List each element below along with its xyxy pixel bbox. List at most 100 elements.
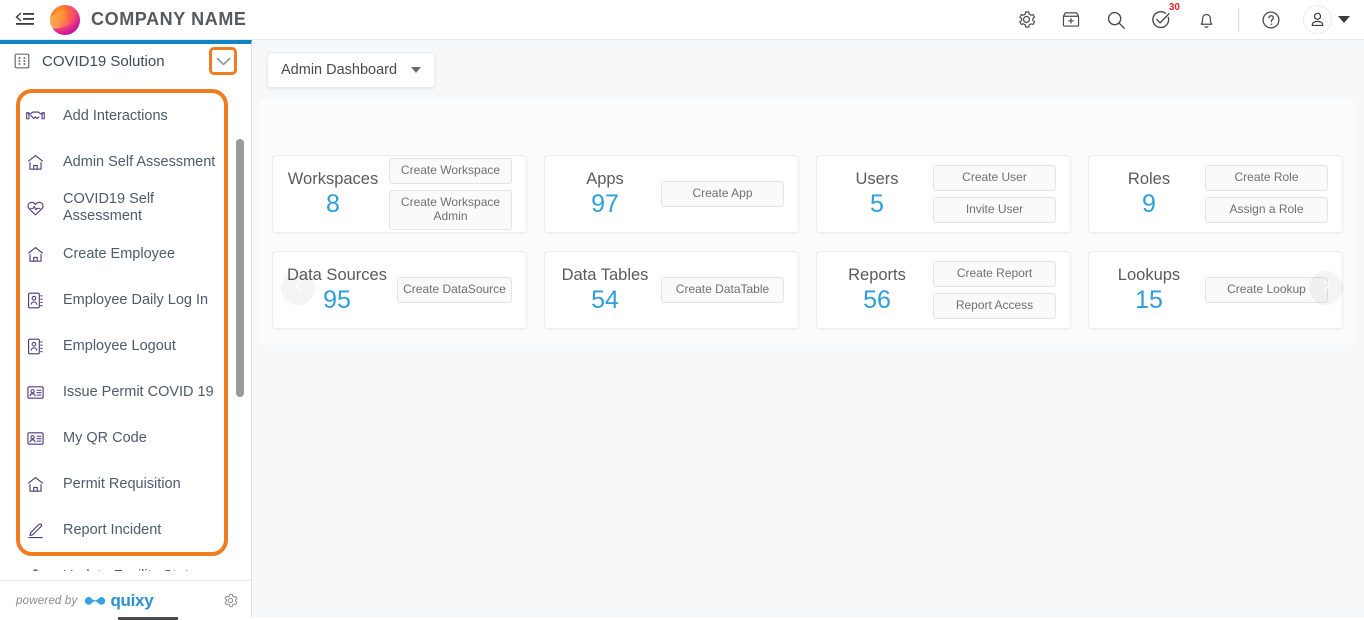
- grid-apps-icon: [14, 53, 30, 69]
- gear-icon[interactable]: [222, 592, 239, 609]
- card-actions: Create Role Assign a Role: [1205, 165, 1328, 223]
- carousel-prev-button[interactable]: [281, 271, 315, 305]
- invite-user-button[interactable]: Invite User: [933, 197, 1056, 223]
- stats-panel: Workspaces 8 Create Workspace Create Wor…: [260, 100, 1355, 345]
- create-role-button[interactable]: Create Role: [1205, 165, 1328, 191]
- home-icon: [26, 245, 45, 264]
- sidebar-item-label: Add Interactions: [63, 107, 168, 124]
- brand: COMPANY NAME: [50, 4, 247, 35]
- heart-pulse-icon: [26, 199, 45, 218]
- user-avatar-icon[interactable]: [1303, 5, 1332, 34]
- sidebar-item-admin-self-assessment[interactable]: Admin Self Assessment: [0, 139, 240, 185]
- sidebar-item-report-incident[interactable]: Report Incident: [0, 507, 240, 553]
- create-workspace-button[interactable]: Create Workspace: [389, 158, 512, 185]
- bell-icon[interactable]: [1193, 7, 1219, 33]
- sidebar-item-label: Update Facility Status: [63, 568, 204, 571]
- sidebar-item-add-interactions[interactable]: Add Interactions: [0, 93, 240, 139]
- solution-chevron-down-icon[interactable]: [209, 47, 237, 75]
- sidebar-scrollbar-thumb[interactable]: [236, 139, 244, 397]
- stat-block: Roles 9: [1103, 170, 1195, 219]
- home-icon: [26, 567, 45, 571]
- sidebar-item-label: Report Incident: [63, 521, 162, 538]
- stat-block: Apps 97: [559, 170, 651, 219]
- card-value: 9: [1142, 189, 1156, 218]
- card-actions: Create DataSource: [396, 277, 512, 303]
- sidebar-item-issue-permit-covid-19[interactable]: Issue Permit COVID 19: [0, 369, 240, 415]
- chevron-left-icon: [292, 279, 305, 297]
- stat-block: Reports 56: [831, 266, 923, 315]
- sidebar-item-covid19-self-assessment[interactable]: COVID19 Self Assessment: [0, 185, 240, 231]
- sidebar-item-label: My QR Code: [63, 429, 147, 446]
- card-title: Users: [855, 169, 899, 188]
- main-content: Admin Dashboard Workspaces 8 Create Work…: [252, 40, 1364, 620]
- card-title: Reports: [848, 265, 906, 284]
- create-app-button[interactable]: Create App: [661, 181, 784, 207]
- handshake-icon: [26, 107, 45, 126]
- gear-icon[interactable]: [1013, 7, 1039, 33]
- card-value: 15: [1135, 285, 1163, 314]
- card-value: 56: [863, 285, 891, 314]
- header-divider: [1238, 7, 1239, 32]
- help-icon[interactable]: [1258, 7, 1284, 33]
- carousel-next-button[interactable]: [1309, 271, 1343, 305]
- contact-card-icon: [26, 429, 45, 448]
- search-icon[interactable]: [1103, 7, 1129, 33]
- pencil-edit-icon: [26, 521, 45, 540]
- card-value: 97: [591, 189, 619, 218]
- sidebar-item-label: COVID19 Self Assessment: [63, 191, 155, 224]
- sidebar-item-update-facility-status[interactable]: Update Facility Status: [0, 553, 240, 571]
- task-check-icon[interactable]: 30: [1148, 2, 1180, 33]
- card-title: Lookups: [1117, 265, 1181, 284]
- stat-card-lookups: Lookups 15 Create Lookup: [1088, 251, 1343, 329]
- stat-block: Lookups 15: [1103, 266, 1195, 315]
- card-actions: Create DataTable: [661, 277, 784, 303]
- stat-block: Data Tables 54: [559, 266, 651, 315]
- hamburger-collapse-icon[interactable]: [10, 5, 40, 35]
- card-title: Data Tables: [561, 265, 649, 284]
- home-icon: [26, 475, 45, 494]
- user-menu[interactable]: [1303, 5, 1350, 34]
- dashboard-selector-value: Admin Dashboard: [281, 62, 398, 78]
- store-icon[interactable]: [1058, 7, 1084, 33]
- stat-card-users: Users 5 Create User Invite User: [816, 155, 1071, 233]
- caret-down-icon: [411, 67, 422, 73]
- sidebar-item-label: Issue Permit COVID 19: [63, 383, 214, 400]
- create-report-button[interactable]: Create Report: [933, 261, 1056, 287]
- stats-card-grid: Workspaces 8 Create Workspace Create Wor…: [260, 100, 1355, 329]
- stat-card-reports: Reports 56 Create Report Report Access: [816, 251, 1071, 329]
- card-title: Roles: [1127, 169, 1171, 188]
- create-datasource-button[interactable]: Create DataSource: [396, 277, 512, 303]
- sidebar-item-label: Admin Self Assessment: [63, 153, 216, 170]
- card-actions: Create Report Report Access: [933, 261, 1056, 319]
- stat-block: Users 5: [831, 170, 923, 219]
- solution-header[interactable]: COVID19 Solution: [0, 44, 251, 78]
- stat-card-apps: Apps 97 Create App: [544, 155, 799, 233]
- assign-a-role-button[interactable]: Assign a Role: [1205, 197, 1328, 223]
- sidebar-scrollbar[interactable]: [236, 134, 244, 569]
- app-header: COMPANY NAME 30: [0, 0, 1364, 40]
- create-workspace-admin-button[interactable]: Create Workspace Admin: [389, 190, 512, 230]
- sidebar-item-label: Employee Logout: [63, 337, 176, 354]
- task-badge-count: 30: [1168, 1, 1180, 13]
- create-user-button[interactable]: Create User: [933, 165, 1056, 191]
- create-datatable-button[interactable]: Create DataTable: [661, 277, 784, 303]
- home-icon: [26, 153, 45, 172]
- id-card-icon: [26, 291, 45, 310]
- sidebar-nav-list: Add Interactions Admin Self Assessment C…: [0, 93, 240, 571]
- dashboard-selector[interactable]: Admin Dashboard: [267, 52, 436, 88]
- sidebar-item-permit-requisition[interactable]: Permit Requisition: [0, 461, 240, 507]
- report-access-button[interactable]: Report Access: [933, 293, 1056, 319]
- sidebar-item-employee-daily-log-in[interactable]: Employee Daily Log In: [0, 277, 240, 323]
- sidebar-item-employee-logout[interactable]: Employee Logout: [0, 323, 240, 369]
- sidebar-item-label: Permit Requisition: [63, 475, 181, 492]
- sidebar-item-create-employee[interactable]: Create Employee: [0, 231, 240, 277]
- card-value: 95: [323, 285, 351, 314]
- card-title: Workspaces: [287, 169, 379, 188]
- sidebar-item-label: Create Employee: [63, 245, 176, 262]
- card-value: 54: [591, 285, 619, 314]
- chevron-down-icon[interactable]: [1338, 16, 1350, 23]
- company-logo-icon: [50, 4, 80, 35]
- sidebar-footer: powered by quixy: [0, 580, 251, 620]
- sidebar-item-my-qr-code[interactable]: My QR Code: [0, 415, 240, 461]
- quixy-wordmark: quixy: [110, 590, 154, 610]
